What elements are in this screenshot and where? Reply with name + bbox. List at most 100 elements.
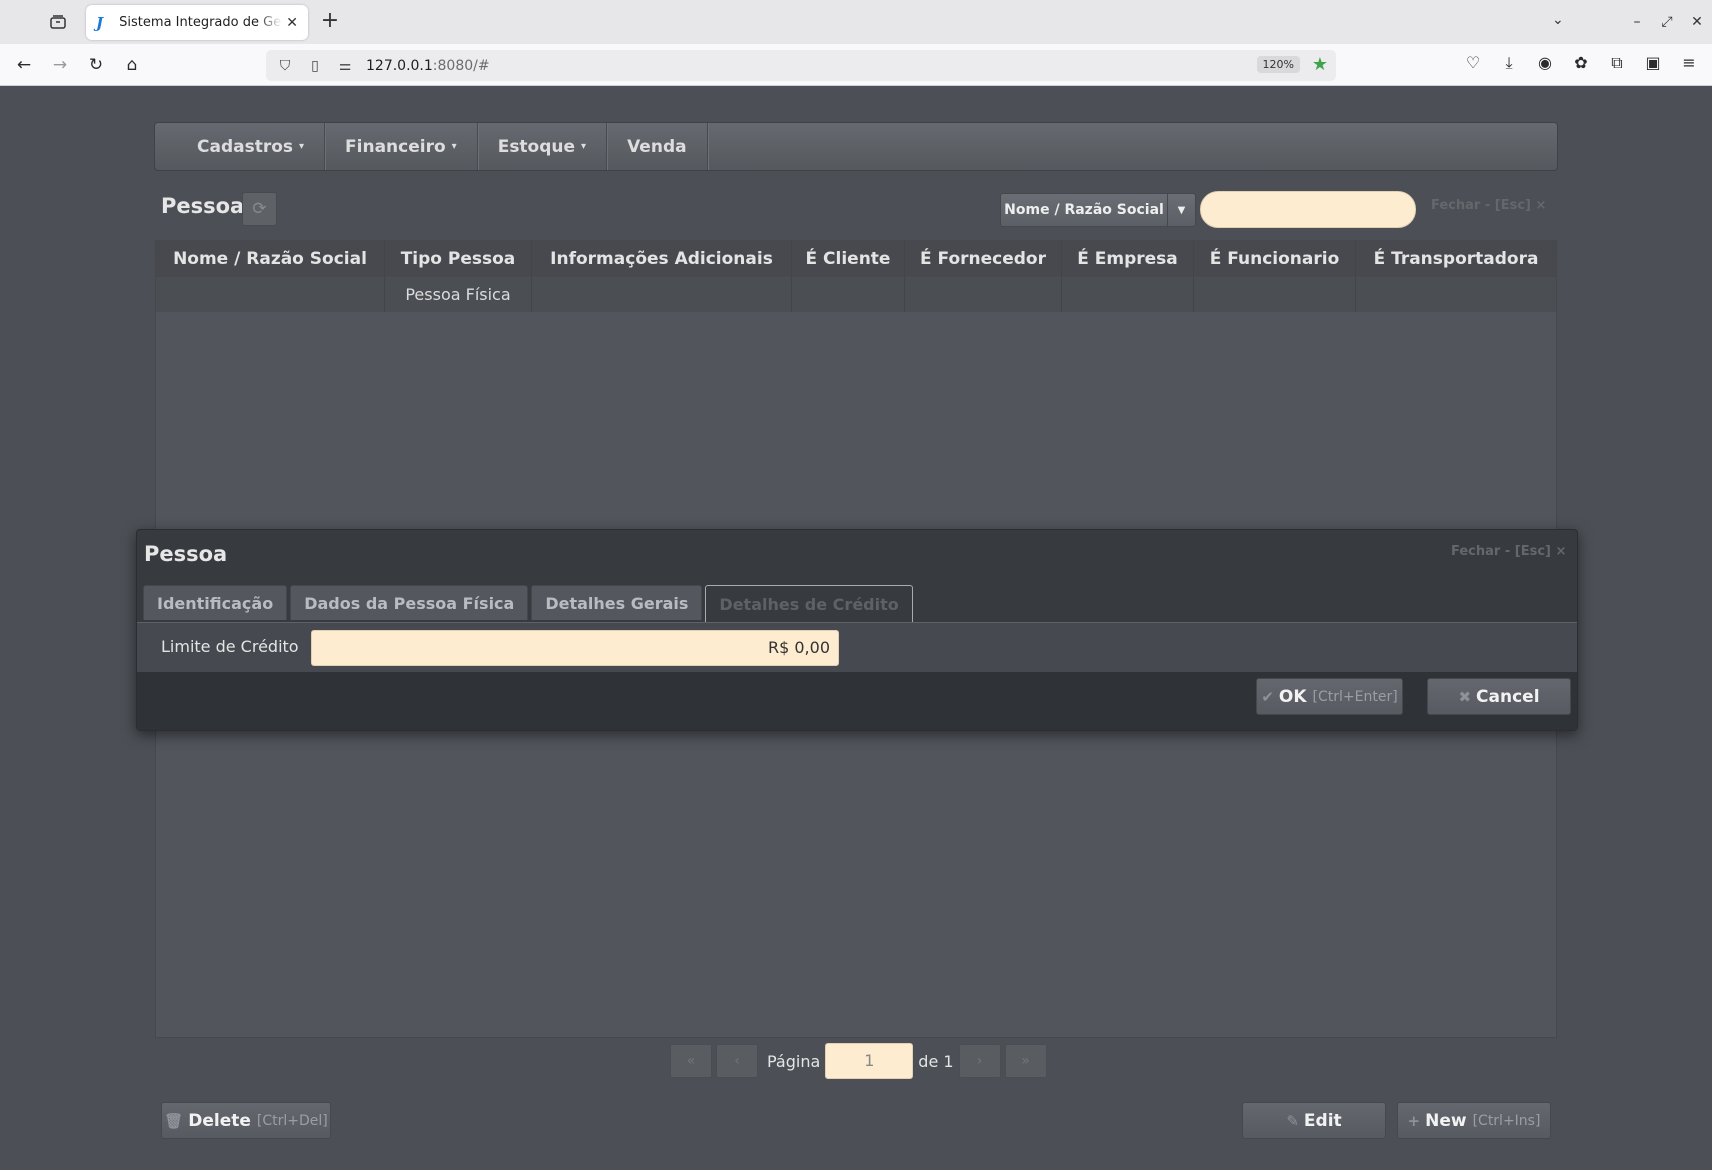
caret-down-icon: ▾ bbox=[451, 141, 457, 152]
trash-icon: 🗑 bbox=[164, 1111, 184, 1130]
tab-detalhes-gerais[interactable]: Detalhes Gerais bbox=[531, 585, 703, 620]
caret-down-icon: ▾ bbox=[299, 141, 305, 152]
delete-label: Delete bbox=[188, 1110, 251, 1131]
browser-tab-bar: J Sistema Integrado de Gestão ✕ + ⌄ – ⤢ … bbox=[0, 0, 1712, 44]
menu-financeiro[interactable]: Financeiro ▾ bbox=[325, 123, 478, 170]
cancel-button[interactable]: ✖ Cancel bbox=[1427, 678, 1571, 715]
new-button[interactable]: + New [Ctrl+Ins] bbox=[1397, 1102, 1551, 1139]
zoom-badge[interactable]: 120% bbox=[1256, 56, 1300, 73]
minimize-icon[interactable]: – bbox=[1622, 14, 1652, 30]
menu-icon[interactable]: ≡ bbox=[1671, 53, 1707, 73]
new-shortcut: [Ctrl+Ins] bbox=[1472, 1112, 1541, 1129]
credit-limit-input[interactable]: R$ 0,00 bbox=[311, 630, 839, 666]
menu-label: Venda bbox=[627, 136, 687, 157]
column-header[interactable]: É Funcionario bbox=[1194, 241, 1356, 277]
new-tab-button[interactable]: + bbox=[318, 9, 342, 33]
account-icon[interactable]: ◉ bbox=[1527, 53, 1563, 73]
page-icon: ▯ bbox=[311, 57, 319, 74]
menu-venda[interactable]: Venda bbox=[607, 123, 708, 170]
close-icon: ✖ bbox=[1458, 687, 1472, 706]
url-text[interactable]: 127.0.0.1:8080/# bbox=[366, 58, 490, 74]
check-icon: ✔ bbox=[1261, 687, 1274, 706]
tab-dados-pessoa-fisica[interactable]: Dados da Pessoa Física bbox=[290, 585, 529, 620]
table-cell bbox=[1194, 277, 1356, 312]
extension-badge-icon[interactable]: ✿ bbox=[1563, 53, 1599, 73]
menu-estoque[interactable]: Estoque ▾ bbox=[478, 123, 608, 170]
close-dialog-link[interactable]: Fechar - [Esc] × bbox=[1451, 544, 1566, 559]
tab-list-icon[interactable] bbox=[46, 11, 70, 33]
browser-nav-bar: ← → ↻ ⌂ ⛉ ▯ ⚌ 127.0.0.1:8080/# 120% ★ ♡ … bbox=[0, 44, 1712, 86]
next-page-button[interactable]: › bbox=[958, 1044, 1001, 1078]
shield-icon[interactable]: ⛉ bbox=[274, 58, 296, 74]
refresh-button[interactable]: ⟳ bbox=[242, 192, 277, 226]
page-label: Página bbox=[767, 1051, 821, 1071]
extensions-icon[interactable]: ⧉ bbox=[1599, 53, 1635, 73]
filter-dropdown-button[interactable]: ▼ bbox=[1167, 193, 1196, 227]
close-tab-icon[interactable]: ✕ bbox=[286, 15, 298, 31]
pocket-icon[interactable]: ♡ bbox=[1455, 53, 1491, 73]
column-header[interactable]: Informações Adicionais bbox=[532, 241, 792, 277]
dialog-title: Pessoa bbox=[144, 542, 228, 566]
ok-shortcut: [Ctrl+Enter] bbox=[1312, 688, 1398, 705]
tab-detalhes-credito[interactable]: Detalhes de Crédito bbox=[705, 585, 913, 622]
ok-label: OK bbox=[1278, 686, 1307, 707]
pagination: « ‹ Página 1 de 1 › » bbox=[670, 1043, 1051, 1079]
browser-tab[interactable]: J Sistema Integrado de Gestão ✕ bbox=[86, 5, 308, 40]
table-row[interactable]: Pessoa Física bbox=[156, 277, 1556, 312]
window-controls: – ⤢ ✕ bbox=[1622, 0, 1712, 44]
column-header[interactable]: Tipo Pessoa bbox=[385, 241, 532, 277]
url-host: 127.0.0.1 bbox=[366, 57, 433, 74]
menu-label: Estoque bbox=[497, 136, 576, 157]
reload-icon[interactable]: ↻ bbox=[82, 52, 110, 78]
last-page-button[interactable]: » bbox=[1004, 1044, 1047, 1078]
page-title: Pessoa bbox=[161, 194, 245, 218]
restore-icon[interactable]: ⤢ bbox=[1652, 14, 1682, 30]
column-header[interactable]: É Fornecedor bbox=[905, 241, 1062, 277]
cancel-label: Cancel bbox=[1476, 686, 1540, 707]
ok-button[interactable]: ✔ OK [Ctrl+Enter] bbox=[1256, 678, 1403, 715]
edit-label: Edit bbox=[1303, 1110, 1342, 1131]
dialog-body: Limite de Crédito R$ 0,00 bbox=[137, 622, 1577, 672]
credit-limit-label: Limite de Crédito bbox=[161, 637, 299, 656]
chevron-down-icon[interactable]: ⌄ bbox=[1552, 12, 1564, 28]
close-list-link[interactable]: Fechar - [Esc] × bbox=[1431, 198, 1546, 213]
filter-field-button[interactable]: Nome / Razão Social bbox=[1000, 193, 1168, 227]
refresh-icon: ⟳ bbox=[252, 199, 267, 219]
main-menu: Cadastros ▾ Financeiro ▾ Estoque ▾ Venda bbox=[154, 122, 1558, 171]
bookmark-star-icon[interactable]: ★ bbox=[1312, 54, 1328, 75]
search-input[interactable] bbox=[1200, 191, 1416, 228]
forward-arrow-icon[interactable]: → bbox=[46, 52, 74, 78]
download-icon[interactable]: ⤓ bbox=[1491, 53, 1527, 73]
menu-cadastros[interactable]: Cadastros ▾ bbox=[177, 123, 326, 170]
table-cell bbox=[1062, 277, 1194, 312]
column-header[interactable]: É Transportadora bbox=[1356, 241, 1556, 277]
first-page-button[interactable]: « bbox=[670, 1044, 712, 1078]
menu-label: Cadastros bbox=[197, 136, 294, 157]
edit-button[interactable]: ✎ Edit bbox=[1242, 1102, 1386, 1139]
prev-page-button[interactable]: ‹ bbox=[716, 1044, 758, 1078]
plus-icon: + bbox=[1407, 1111, 1421, 1130]
new-label: New bbox=[1425, 1110, 1467, 1131]
pessoa-dialog: Pessoa Fechar - [Esc] × Identificação Da… bbox=[136, 529, 1578, 731]
edit-icon: ✎ bbox=[1286, 1111, 1299, 1130]
dialog-tabs: Identificação Dados da Pessoa Física Det… bbox=[143, 585, 916, 622]
column-header[interactable]: Nome / Razão Social bbox=[156, 241, 385, 277]
table-cell bbox=[905, 277, 1062, 312]
delete-button[interactable]: 🗑 Delete [Ctrl+Del] bbox=[161, 1102, 331, 1139]
app-favicon-icon: J bbox=[96, 13, 104, 32]
toolbar-icons: ♡ ⤓ ◉ ✿ ⧉ ▣ ≡ bbox=[1455, 53, 1707, 73]
back-arrow-icon[interactable]: ← bbox=[10, 52, 38, 78]
url-path: :8080/# bbox=[432, 57, 490, 74]
permissions-icon[interactable]: ⚌ bbox=[334, 58, 356, 74]
home-icon[interactable]: ⌂ bbox=[118, 52, 146, 78]
page-number-input[interactable]: 1 bbox=[825, 1043, 914, 1079]
table-cell bbox=[792, 277, 905, 312]
menu-label: Financeiro bbox=[345, 136, 446, 157]
table-cell: Pessoa Física bbox=[385, 277, 532, 312]
column-header[interactable]: É Empresa bbox=[1062, 241, 1194, 277]
address-bar[interactable]: ⛉ ▯ ⚌ 127.0.0.1:8080/# 120% ★ bbox=[266, 50, 1336, 81]
tab-identificacao[interactable]: Identificação bbox=[143, 585, 288, 620]
close-window-icon[interactable]: ✕ bbox=[1682, 14, 1712, 30]
selenium-icon[interactable]: ▣ bbox=[1635, 53, 1671, 73]
column-header[interactable]: É Cliente bbox=[792, 241, 905, 277]
